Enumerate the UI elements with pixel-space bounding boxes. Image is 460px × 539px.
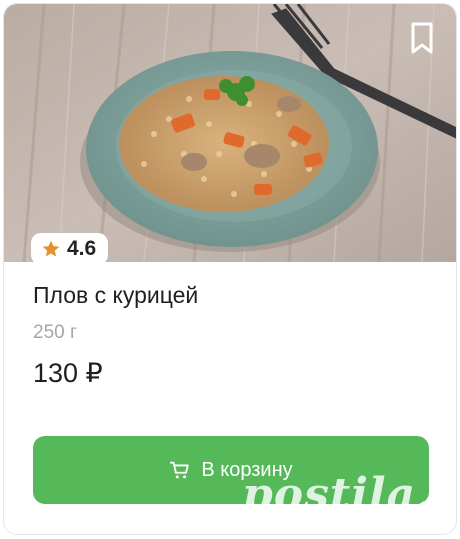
bookmark-icon <box>411 22 433 54</box>
rating-value: 4.6 <box>67 237 97 260</box>
rating-badge: 4.6 <box>31 233 109 262</box>
product-weight: 250 г <box>33 322 77 343</box>
bookmark-button[interactable] <box>406 20 438 56</box>
product-title[interactable]: Плов с курицей <box>33 282 198 309</box>
product-price: 130 ₽ <box>33 358 103 388</box>
product-photo[interactable]: 4.6 <box>4 4 456 262</box>
product-card[interactable]: 4.6 Плов с курицей 250 г 130 ₽ В корзину… <box>3 3 457 535</box>
star-icon <box>42 240 60 257</box>
cart-icon <box>170 461 190 479</box>
add-to-cart-button[interactable]: В корзину <box>33 436 429 504</box>
pilaf-image <box>4 4 456 262</box>
add-to-cart-label: В корзину <box>201 458 293 481</box>
